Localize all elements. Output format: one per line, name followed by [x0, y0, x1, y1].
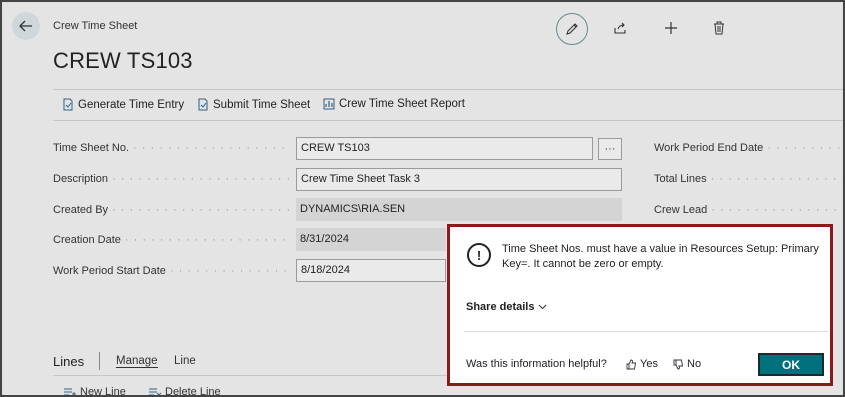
total-lines-label: Total Lines [654, 173, 843, 185]
creation-date-label: Creation Date [53, 234, 291, 246]
delete-line-icon [149, 388, 162, 395]
created-by-label: Created By [53, 204, 291, 216]
share-details-toggle[interactable]: Share details [466, 301, 547, 313]
lines-rule [53, 375, 453, 376]
pencil-icon [566, 23, 578, 35]
feedback-yes-label: Yes [640, 358, 658, 370]
description-label: Description [53, 173, 291, 185]
created-by-value: DYNAMICS\RIA.SEN [296, 198, 622, 221]
trash-icon [714, 21, 724, 35]
delete-line-button[interactable]: Delete Line [148, 386, 221, 397]
tab-manage[interactable]: Manage [116, 355, 158, 368]
document-check-icon [198, 98, 208, 111]
dialog-divider [464, 331, 828, 332]
document-icon [63, 98, 73, 111]
feedback-no-button[interactable]: No [673, 358, 701, 370]
delete-line-label: Delete Line [165, 386, 221, 397]
app-frame: Crew Time Sheet CREW TS103 Generate Time… [0, 0, 845, 397]
creation-date-value: 8/31/2024 [296, 228, 446, 251]
time-sheet-no-lookup-button[interactable]: ··· [598, 138, 622, 160]
exclamation-icon: ! [467, 243, 491, 267]
edit-button[interactable] [556, 13, 588, 45]
chevron-down-icon [539, 304, 547, 310]
crew-lead-label: Crew Lead [654, 204, 843, 216]
lines-section-title: Lines [53, 354, 85, 369]
error-dialog: ! Time Sheet Nos. must have a value in R… [447, 224, 833, 386]
page-title: CREW TS103 [53, 48, 193, 73]
share-icon [614, 22, 626, 34]
new-line-label: New Line [80, 386, 126, 397]
generate-time-entry-action[interactable]: Generate Time Entry [62, 98, 184, 111]
work-period-start-label: Work Period Start Date [53, 265, 291, 277]
delete-button[interactable] [709, 18, 729, 38]
time-sheet-no-label: Time Sheet No. [53, 142, 291, 154]
feedback-yes-button[interactable]: Yes [626, 358, 658, 370]
thumbs-down-icon [673, 359, 684, 369]
back-button[interactable] [12, 12, 40, 40]
action-toolbar: Generate Time Entry Submit Time Sheet Cr… [53, 89, 843, 121]
plus-icon [665, 22, 677, 34]
work-period-start-input[interactable]: 8/18/2024 [296, 259, 446, 282]
tab-line[interactable]: Line [174, 355, 196, 367]
page-background: Crew Time Sheet CREW TS103 Generate Time… [3, 3, 843, 397]
feedback-no-label: No [687, 358, 702, 370]
new-line-icon [64, 388, 76, 395]
error-message: Time Sheet Nos. must have a value in Res… [502, 243, 819, 270]
generate-time-entry-label: Generate Time Entry [78, 98, 185, 111]
report-icon [323, 98, 335, 110]
time-sheet-no-input[interactable]: CREW TS103 [296, 137, 593, 160]
crew-time-sheet-report-action[interactable]: Crew Time Sheet Report [323, 98, 465, 110]
work-period-end-label: Work Period End Date [654, 142, 843, 154]
helpful-question: Was this information helpful? [466, 358, 607, 370]
ok-button[interactable]: OK [758, 353, 824, 376]
arrow-left-icon [19, 20, 32, 32]
description-input[interactable]: Crew Time Sheet Task 3 [296, 168, 622, 191]
submit-time-sheet-action[interactable]: Submit Time Sheet [197, 98, 310, 111]
crew-time-sheet-report-label: Crew Time Sheet Report [339, 98, 465, 110]
new-line-button[interactable]: New Line [63, 386, 126, 397]
thumbs-up-icon [626, 359, 637, 369]
share-button[interactable] [610, 18, 630, 38]
new-button[interactable] [661, 18, 681, 38]
share-details-label: Share details [466, 301, 535, 313]
lines-divider [99, 352, 100, 370]
submit-time-sheet-label: Submit Time Sheet [213, 98, 311, 111]
page-caption: Crew Time Sheet [53, 20, 138, 32]
